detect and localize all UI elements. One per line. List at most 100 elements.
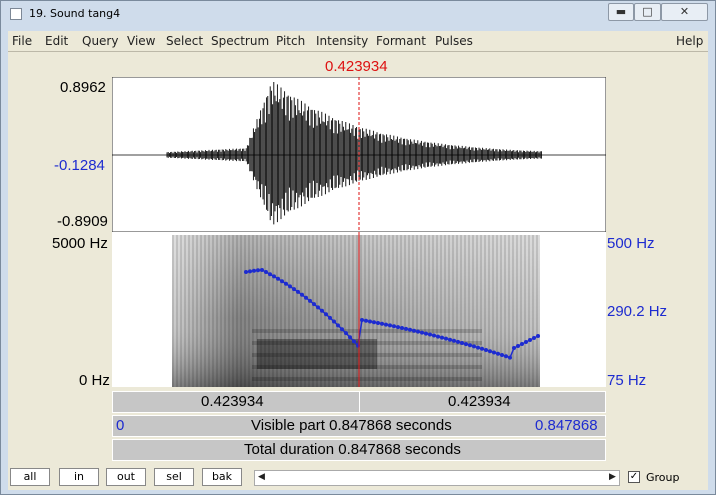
- checkmark-icon: ✓: [629, 471, 639, 482]
- pitch-point: [300, 292, 304, 297]
- menu-pitch[interactable]: Pitch: [276, 34, 305, 48]
- pitch-point: [416, 329, 420, 334]
- pitch-point: [488, 349, 492, 354]
- pitch-point: [280, 279, 284, 284]
- pitch-point: [424, 331, 428, 336]
- visible-end: 0.847868: [535, 417, 598, 434]
- visible-start: 0: [116, 417, 125, 434]
- bottom-toolbar: all in out sel bak ◀ ▶ ✓ Group: [8, 465, 708, 490]
- pitch-point: [428, 332, 432, 337]
- pitch-point: [460, 341, 464, 345]
- menu-edit[interactable]: Edit: [45, 34, 68, 48]
- pitch-point: [468, 343, 472, 348]
- pitch-point: [512, 346, 516, 350]
- pitch-mid: 290.2 Hz: [607, 303, 668, 320]
- show-all-button[interactable]: all: [10, 468, 50, 486]
- menu-pulses[interactable]: Pulses: [435, 34, 473, 48]
- visible-part-bar[interactable]: 0 Visible part 0.847868 seconds 0.847868: [112, 415, 606, 437]
- pitch-point: [396, 325, 400, 330]
- pitch-point: [360, 318, 364, 322]
- pitch-point: [244, 270, 248, 274]
- signal-svg: [111, 76, 607, 387]
- pitch-point: [448, 337, 452, 342]
- selection-bar: 0.423934 0.423934: [112, 391, 606, 413]
- pitch-point: [456, 339, 460, 344]
- pitch-point: [452, 338, 456, 343]
- pitch-point: [532, 336, 536, 340]
- pitch-point: [304, 295, 308, 300]
- cursor-time-label: 0.423934: [325, 58, 388, 75]
- group-label: Group: [646, 471, 680, 484]
- zoom-out-button[interactable]: out: [106, 468, 146, 486]
- pitch-point: [372, 320, 376, 325]
- praat-sound-window: 19. Sound tang4 ▬ □ ✕ File Edit Query Vi…: [0, 0, 716, 495]
- pitch-point: [292, 287, 296, 292]
- pitch-point: [412, 328, 416, 333]
- pitch-point: [316, 305, 320, 310]
- pitch-point: [252, 268, 256, 273]
- pitch-max: 500 Hz: [607, 235, 655, 252]
- pitch-point: [496, 351, 500, 356]
- menu-select[interactable]: Select: [166, 34, 203, 48]
- pitch-point: [276, 276, 280, 281]
- pitch-point: [440, 335, 444, 340]
- menu-spectrum[interactable]: Spectrum: [211, 34, 269, 48]
- pitch-point: [476, 345, 480, 350]
- pitch-point: [516, 344, 520, 348]
- spectrogram-fmin: 0 Hz: [79, 372, 110, 389]
- scroll-left-icon[interactable]: ◀: [258, 472, 265, 482]
- pitch-point: [268, 272, 272, 277]
- menu-query[interactable]: Query: [82, 34, 118, 48]
- minimize-icon: ▬: [615, 5, 627, 18]
- menu-intensity[interactable]: Intensity: [316, 34, 368, 48]
- left-duration: 0.423934: [201, 393, 264, 410]
- pitch-point: [256, 268, 260, 273]
- pitch-point: [284, 281, 288, 286]
- pitch-point: [336, 323, 340, 328]
- pitch-point: [288, 284, 292, 289]
- pitch-point: [536, 334, 540, 338]
- pitch-point: [392, 324, 396, 329]
- zoom-in-button[interactable]: in: [59, 468, 99, 486]
- pitch-point: [368, 319, 372, 324]
- pitch-point: [420, 330, 424, 335]
- menu-bar: File Edit Query View Select Spectrum Pit…: [8, 31, 708, 52]
- group-checkbox[interactable]: ✓: [628, 471, 640, 483]
- pitch-point: [380, 321, 384, 326]
- pitch-point: [500, 353, 504, 357]
- maximize-button[interactable]: □: [634, 3, 661, 21]
- zoom-back-button[interactable]: bak: [202, 468, 242, 486]
- pitch-point: [524, 340, 528, 344]
- horizontal-scrollbar[interactable]: ◀ ▶: [254, 470, 620, 486]
- pitch-point: [340, 327, 344, 332]
- pitch-min: 75 Hz: [607, 372, 647, 389]
- menu-view[interactable]: View: [127, 34, 155, 48]
- pitch-point: [312, 302, 316, 307]
- pitch-point: [352, 339, 356, 344]
- pitch-point: [436, 334, 440, 339]
- pitch-point: [260, 268, 264, 272]
- pitch-point: [480, 346, 484, 351]
- menu-formant[interactable]: Formant: [376, 34, 426, 48]
- pitch-point: [520, 342, 524, 346]
- menu-help[interactable]: Help: [676, 34, 703, 48]
- scroll-right-icon[interactable]: ▶: [609, 472, 616, 482]
- pitch-point: [432, 333, 436, 338]
- signal-view[interactable]: [111, 76, 607, 387]
- spectrogram-fmax: 5000 Hz: [52, 235, 108, 252]
- menu-file[interactable]: File: [12, 34, 32, 48]
- minimize-button[interactable]: ▬: [608, 3, 634, 21]
- pitch-point: [408, 327, 412, 332]
- pitch-point: [400, 326, 404, 330]
- right-duration: 0.423934: [448, 393, 511, 410]
- pitch-point: [296, 289, 300, 294]
- pitch-point: [264, 270, 268, 275]
- close-button[interactable]: ✕: [661, 3, 708, 21]
- total-duration-label: Total duration 0.847868 seconds: [244, 441, 461, 458]
- title-bar: 19. Sound tang4 ▬ □ ✕: [1, 1, 715, 27]
- window-icon: [10, 8, 22, 20]
- pitch-point: [248, 269, 252, 274]
- total-duration-bar[interactable]: Total duration 0.847868 seconds: [112, 439, 606, 461]
- zoom-selection-button[interactable]: sel: [154, 468, 194, 486]
- pitch-point: [308, 298, 312, 303]
